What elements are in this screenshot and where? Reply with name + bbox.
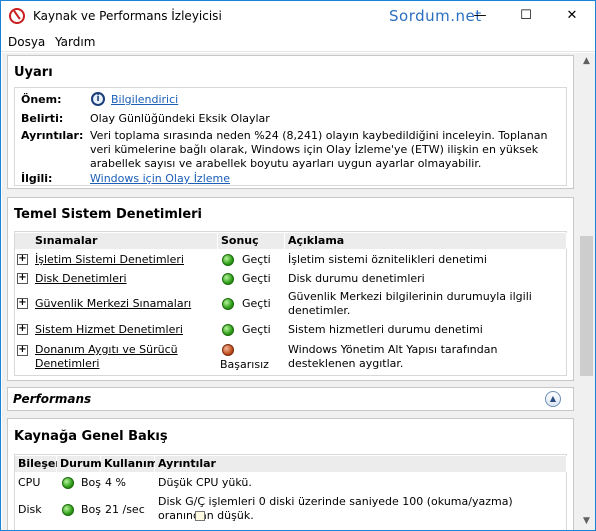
title-bar[interactable]: Kaynak ve Performans İzleyicisi Sordum.n…: [1, 1, 595, 32]
col-header-tests[interactable]: Sınamalar: [15, 233, 218, 249]
table-row-result: Başarısız: [220, 358, 269, 371]
warning-title: Uyarı: [14, 65, 53, 80]
ok-status-icon: [62, 504, 74, 516]
menu-help[interactable]: Yardım: [55, 35, 95, 49]
pass-status-icon: [222, 298, 234, 310]
table-row-result: Geçti: [242, 323, 271, 336]
table-row-test[interactable]: Disk Denetimleri: [35, 272, 127, 286]
table-row-status: Boş: [81, 503, 102, 516]
pass-status-icon: [222, 254, 234, 266]
close-button[interactable]: ✕: [549, 1, 595, 32]
report-content: Uyarı Önem: i Bilgilendirici Belirti: Ol…: [2, 53, 578, 530]
table-row-result: Geçti: [242, 253, 271, 266]
resource-overview-panel: Kaynağa Genel Bakış Bileşen Durum Kullan…: [7, 418, 574, 530]
table-row-result: Geçti: [242, 272, 271, 285]
col-header-result[interactable]: Sonuç: [218, 233, 285, 249]
maximize-button[interactable]: ☐: [503, 1, 549, 32]
window-title: Kaynak ve Performans İzleyicisi: [33, 9, 222, 23]
performance-title: Performans: [13, 392, 92, 406]
fail-status-icon: [222, 344, 234, 356]
pencil-icon: [195, 511, 205, 521]
table-row-usage: 21 /sec: [105, 503, 145, 516]
table-row-test[interactable]: Donanım Aygıtı ve Sürücü Denetimleri: [35, 343, 215, 371]
basic-checks-title: Temel Sistem Denetimleri: [14, 207, 202, 222]
severity-label: Önem:: [21, 93, 62, 106]
table-row-component: Disk: [18, 503, 42, 516]
related-label: İlgili:: [21, 172, 53, 185]
table-row-details: Disk G/Ç işlemleri 0 diski üzerinde sani…: [158, 495, 513, 522]
symptom-label: Belirti:: [21, 112, 64, 125]
table-row-description: Windows Yönetim Alt Yapısı tarafından de…: [288, 343, 498, 370]
col-header-description[interactable]: Açıklama: [285, 233, 567, 249]
expand-icon[interactable]: +: [17, 273, 28, 284]
table-row-description: Sistem hizmetleri durumu denetimi: [288, 323, 483, 336]
table-row-test[interactable]: İşletim Sistemi Denetimleri: [35, 253, 184, 267]
info-icon: i: [91, 92, 105, 106]
vertical-scrollbar[interactable]: ▲ ▼: [578, 53, 595, 530]
table-row-usage: 4 %: [105, 476, 126, 489]
ok-status-icon: [62, 477, 74, 489]
pass-status-icon: [222, 324, 234, 336]
severity-value[interactable]: Bilgilendirici: [111, 93, 178, 107]
expand-icon[interactable]: +: [17, 324, 28, 335]
expand-icon[interactable]: +: [17, 345, 28, 356]
menu-bar: Dosya Yardım: [1, 32, 595, 52]
performance-section-header[interactable]: Performans ▲: [7, 387, 574, 411]
scroll-down-icon[interactable]: ▼: [578, 513, 595, 530]
table-row-status: Boş: [81, 476, 102, 489]
app-window: Kaynak ve Performans İzleyicisi Sordum.n…: [0, 0, 596, 531]
warning-details: Önem: i Bilgilendirici Belirti: Olay Gün…: [14, 87, 567, 186]
resource-overview-title: Kaynağa Genel Bakış: [14, 429, 168, 444]
menu-file[interactable]: Dosya: [8, 35, 45, 49]
expand-icon[interactable]: +: [17, 298, 28, 309]
col-header-details[interactable]: Ayrıntılar: [155, 456, 567, 472]
col-header-status[interactable]: Durum: [57, 456, 102, 472]
symptom-value: Olay Günlüğündeki Eksik Olaylar: [90, 112, 270, 125]
col-header-usage[interactable]: Kullanım: [101, 456, 158, 472]
basic-checks-table: Sınamalar Sonuç Açıklama + İşletim Siste…: [14, 231, 567, 376]
resource-overview-table: Bileşen Durum Kullanım Ayrıntılar CPU Bo…: [14, 454, 567, 530]
app-logo-icon: [9, 8, 25, 24]
collapse-icon[interactable]: ▲: [545, 391, 561, 407]
table-row-test[interactable]: Sistem Hizmet Denetimleri: [35, 323, 183, 337]
related-link[interactable]: Windows için Olay İzleme: [90, 172, 230, 186]
col-header-component[interactable]: Bileşen: [15, 456, 63, 472]
scroll-up-icon[interactable]: ▲: [578, 53, 595, 70]
table-row-description: Disk durumu denetimleri: [288, 272, 425, 285]
table-row-details: Düşük CPU yükü.: [158, 476, 252, 489]
table-row-description: Güvenlik Merkezi bilgilerinin durumuyla …: [288, 290, 532, 317]
table-row-component: CPU: [18, 476, 41, 489]
details-value: Veri toplama sırasında neden %24 (8,241)…: [90, 129, 548, 170]
minimize-button[interactable]: —: [457, 1, 503, 32]
expand-icon[interactable]: +: [17, 254, 28, 265]
warning-panel: Uyarı Önem: i Bilgilendirici Belirti: Ol…: [7, 55, 574, 189]
pass-status-icon: [222, 273, 234, 285]
table-row-test[interactable]: Güvenlik Merkezi Sınamaları: [35, 297, 191, 311]
basic-checks-panel: Temel Sistem Denetimleri Sınamalar Sonuç…: [7, 197, 574, 381]
scroll-thumb[interactable]: [580, 236, 593, 376]
table-row-description: İşletim sistemi öznitelikleri denetimi: [288, 253, 487, 266]
details-label: Ayrıntılar:: [21, 129, 84, 142]
table-row-result: Geçti: [242, 297, 271, 310]
